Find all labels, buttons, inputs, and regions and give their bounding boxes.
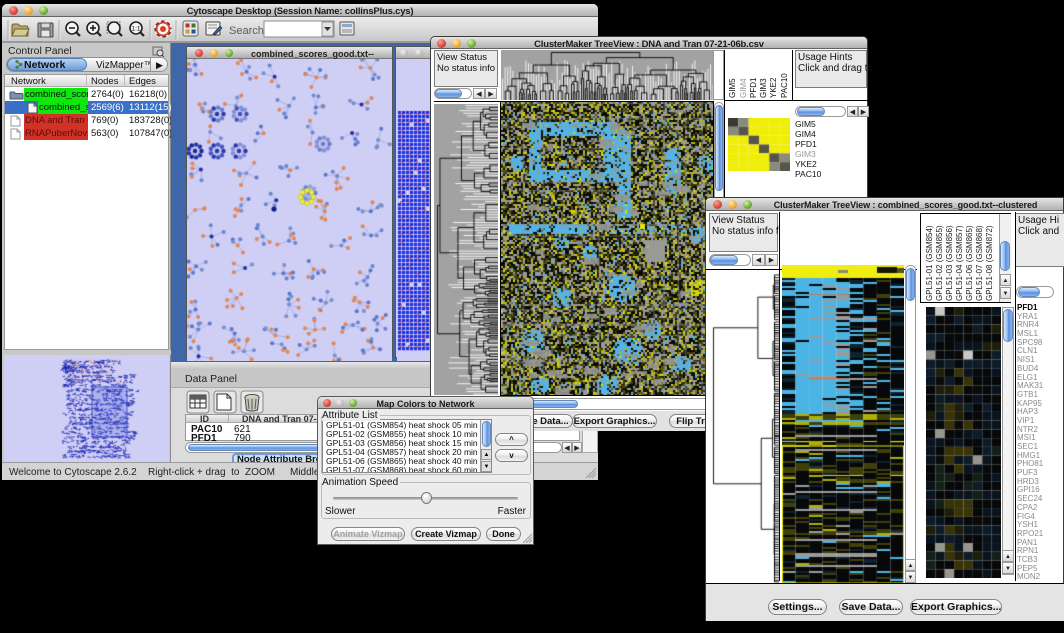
svg-text:1:1: 1:1 xyxy=(131,26,140,33)
svg-text:Search:: Search: xyxy=(229,25,267,37)
